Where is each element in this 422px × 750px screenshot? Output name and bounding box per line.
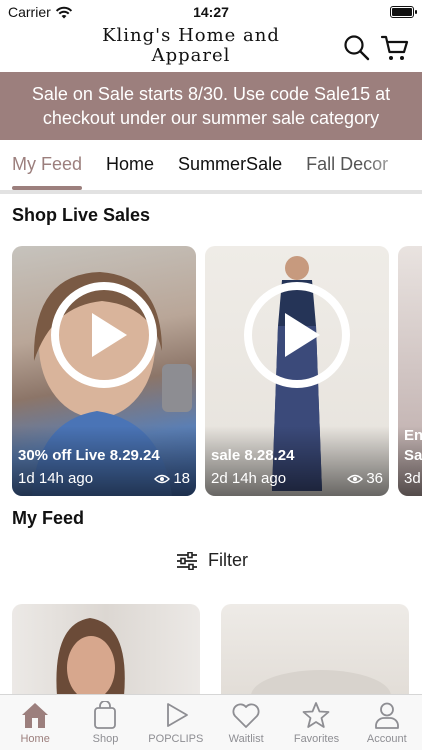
tabbar-shop[interactable]: Shop [70, 695, 140, 750]
live-sale-title: sale 8.28.24 [211, 447, 295, 464]
status-left: Carrier [8, 4, 73, 20]
feed-card[interactable] [221, 604, 409, 696]
eye-icon [347, 474, 364, 483]
cart-icon[interactable] [380, 33, 410, 63]
filter-button[interactable]: Filter [176, 550, 248, 571]
tabbar-label: Account [366, 733, 407, 745]
filter-label: Filter [208, 550, 248, 570]
tabs-fade [362, 140, 422, 188]
tabbar-label: Home [20, 733, 50, 745]
wifi-icon [55, 6, 72, 18]
status-time: 14:27 [193, 4, 229, 20]
tabbar-account[interactable]: Account [352, 695, 422, 750]
promo-banner[interactable]: Sale on Sale starts 8/30. Use code Sale1… [0, 72, 422, 140]
search-icon[interactable] [342, 33, 372, 63]
play-icon[interactable] [49, 280, 159, 390]
live-sale-title: 30% off Live 8.29.24 [18, 447, 160, 464]
store-logo[interactable]: Kling's Home and Apparel [60, 26, 322, 66]
person-icon [374, 702, 399, 729]
tab-summer-sale[interactable]: SummerSale [178, 140, 282, 190]
play-icon[interactable] [242, 280, 352, 390]
bottom-tab-bar: Home Shop POPCLIPS Waitlist Favorites Ac… [0, 694, 422, 750]
play-icon [166, 703, 188, 727]
eye-icon [154, 474, 171, 483]
view-count-value: 18 [173, 470, 190, 487]
bag-icon [94, 701, 117, 729]
live-sale-card[interactable]: 30% off Live 8.29.24 1d 14h ago 18 [12, 246, 196, 496]
live-sale-card[interactable]: En Sa 3d [398, 246, 422, 496]
tabbar-label: Waitlist [228, 733, 264, 745]
live-sale-card[interactable]: sale 8.28.24 2d 14h ago 36 [205, 246, 389, 496]
view-count: 36 [347, 470, 383, 487]
view-count: 18 [154, 470, 190, 487]
carrier-label: Carrier [8, 4, 51, 20]
battery-icon [390, 6, 417, 18]
status-bar: Carrier 14:27 [0, 0, 422, 24]
feed-thumbnail [251, 670, 391, 696]
live-sale-time: 2d 14h ago [211, 470, 287, 487]
live-sale-time: 3d [404, 470, 421, 487]
filter-icon [177, 551, 197, 570]
tabbar-label: POPCLIPS [148, 733, 204, 745]
live-sale-title: En Sa [404, 427, 422, 464]
app-header: Kling's Home and Apparel [0, 24, 422, 72]
live-sales-title: Shop Live Sales [12, 205, 151, 225]
home-icon [22, 703, 49, 728]
tabs-divider [0, 190, 422, 194]
feed-card[interactable] [12, 604, 200, 696]
my-feed-title: My Feed [12, 508, 85, 528]
heart-icon [232, 703, 260, 728]
tab-my-feed[interactable]: My Feed [12, 140, 83, 190]
tabbar-home[interactable]: Home [0, 695, 70, 750]
live-sale-time: 1d 14h ago [18, 470, 94, 487]
tabbar-waitlist[interactable]: Waitlist [211, 695, 281, 750]
tabbar-label: Shop [92, 733, 119, 745]
tab-home[interactable]: Home [106, 140, 154, 190]
feed-thumbnail [56, 618, 125, 696]
tabbar-label: Favorites [293, 733, 340, 745]
star-icon [303, 702, 330, 728]
view-count-value: 36 [366, 470, 383, 487]
category-tabs: My Feed Home SummerSale Fall Decor [0, 140, 422, 190]
tabbar-favorites[interactable]: Favorites [281, 695, 351, 750]
tabbar-popclips[interactable]: POPCLIPS [141, 695, 211, 750]
